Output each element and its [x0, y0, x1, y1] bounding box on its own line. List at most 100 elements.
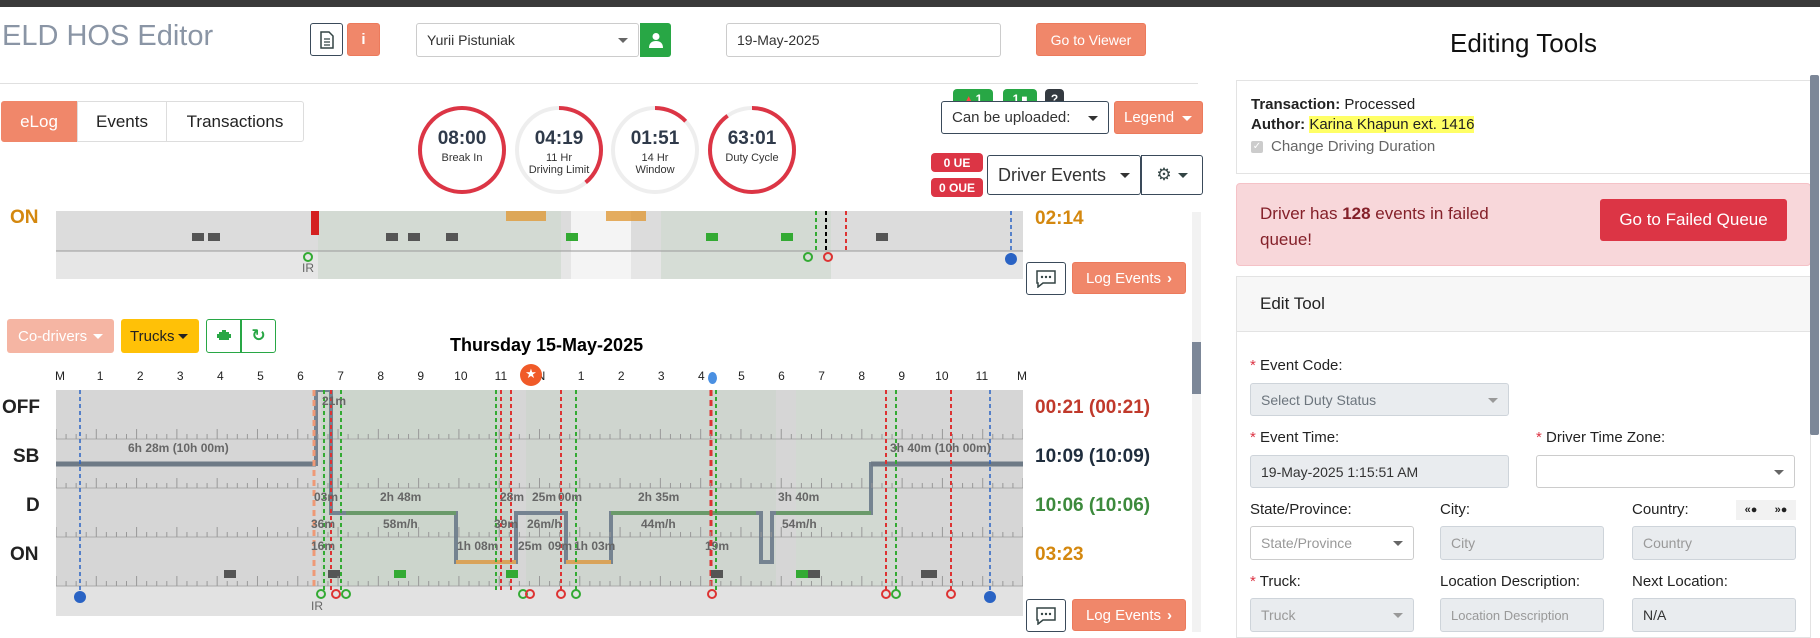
chevron-down-icon — [1120, 173, 1130, 178]
hour-tick-label: 5 — [738, 369, 745, 383]
hour-tick-label: 8 — [858, 369, 865, 383]
previous-location-icon[interactable]: «● — [1745, 504, 1758, 516]
transaction-line: Transaction: Processed — [1251, 96, 1416, 113]
next-location-input[interactable]: N/A — [1632, 598, 1796, 632]
top-on-total: 02:14 — [1035, 208, 1084, 229]
event-code-label: * Event Code: — [1250, 357, 1343, 374]
edit-tool-title: Edit Tool — [1260, 294, 1325, 313]
chevron-down-icon — [1488, 397, 1498, 403]
segment-label: 25m — [532, 490, 557, 504]
upload-status-select[interactable]: Can be uploaded: — [941, 101, 1109, 134]
chevron-down-icon — [1774, 469, 1784, 475]
segment-label: 54m/h — [782, 517, 817, 531]
city-placeholder: City — [1451, 535, 1476, 551]
tab-events[interactable]: Events — [77, 101, 167, 142]
refresh-icon: ↻ — [251, 326, 266, 345]
hour-tick-label: 3 — [657, 369, 665, 383]
truck-placeholder: Truck — [1261, 607, 1296, 623]
chevron-down-icon — [1182, 115, 1192, 121]
top-dark-bar — [0, 0, 1820, 7]
segment-label: 44m/h — [641, 517, 676, 531]
transaction-card: Transaction: Processed Author: Karina Kh… — [1236, 80, 1811, 174]
next-location-icon[interactable]: »● — [1775, 504, 1788, 516]
segment-label: 2h 48m — [380, 490, 422, 504]
segment-label: 3h 40m — [778, 490, 820, 504]
gauge-label: 14 Hr Window — [635, 152, 675, 176]
left-scrollbar-thumb[interactable] — [1192, 342, 1201, 394]
location-arrows[interactable]: «● »● — [1736, 500, 1796, 520]
date-input[interactable]: 19-May-2025 — [726, 23, 1001, 57]
noon-marker-icon[interactable]: ★ — [520, 364, 542, 386]
trucks-button[interactable]: Trucks — [121, 319, 199, 353]
tab-transactions[interactable]: Transactions — [166, 101, 304, 142]
gauge-duty-cycle: 63:01 Duty Cycle — [706, 104, 798, 196]
right-scrollbar-thumb[interactable] — [1810, 75, 1819, 435]
change-driving-checkbox[interactable]: ✓ Change Driving Duration — [1251, 138, 1435, 155]
hour-tick-label: M — [1017, 369, 1027, 383]
refresh-button[interactable]: ↻ — [241, 319, 276, 353]
hour-tick-label: 1 — [96, 369, 104, 383]
go-to-failed-queue-button[interactable]: Go to Failed Queue — [1600, 199, 1787, 241]
chevron-down-icon — [1393, 613, 1403, 618]
log-events-label: Log Events — [1085, 269, 1162, 287]
city-label: City: — [1440, 501, 1470, 518]
comment-button-top[interactable] — [1026, 262, 1066, 295]
hour-tick-label: 10 — [454, 369, 468, 383]
segment-label: 39m — [494, 517, 519, 531]
tab-elog[interactable]: eLog — [1, 101, 77, 142]
event-time-label: * Event Time: — [1250, 429, 1340, 446]
next-location-label: Next Location: — [1632, 573, 1728, 590]
event-code-select[interactable]: Select Duty Status — [1250, 383, 1509, 416]
gauge-ring — [515, 106, 603, 194]
chart-title: Thursday 15-May-2025 — [450, 335, 644, 355]
co-drivers-button[interactable]: Co-drivers — [7, 319, 114, 353]
driver-profile-button[interactable] — [640, 23, 671, 57]
country-input[interactable]: Country — [1632, 526, 1796, 560]
city-input[interactable]: City — [1440, 526, 1604, 560]
driver-events-value: Driver Events — [998, 164, 1107, 185]
status-label-sb: SB — [13, 446, 40, 467]
document-button[interactable] — [310, 23, 343, 56]
hour-tick-label: 3 — [176, 369, 184, 383]
log-events-button-main[interactable]: Log Events › — [1072, 599, 1186, 631]
gauge-break-in: 08:00 Break In — [416, 104, 508, 196]
engine-button[interactable] — [206, 319, 241, 353]
driver-events-select[interactable]: Driver Events — [987, 155, 1141, 195]
segment-label: 26m/h — [527, 517, 562, 531]
hour-tick-label: 2 — [136, 369, 144, 383]
document-icon — [319, 30, 334, 49]
legend-button[interactable]: Legend — [1114, 101, 1203, 134]
timezone-label: * Driver Time Zone: — [1536, 429, 1666, 446]
alert-text: Driver has 128 events in failed queue! — [1260, 204, 1489, 249]
legend-label: Legend — [1124, 109, 1175, 126]
chevron-down-icon — [618, 38, 628, 43]
gears-icon: ⚙ — [1156, 165, 1172, 184]
header-divider — [0, 83, 1198, 84]
event-time-input[interactable]: 19-May-2025 1:15:51 AM — [1250, 455, 1509, 488]
state-select[interactable]: State/Province — [1250, 526, 1414, 560]
driver-select-value: Yurii Pistuniak — [427, 32, 515, 48]
go-to-viewer-button[interactable]: Go to Viewer — [1036, 23, 1146, 56]
chevron-right-icon: › — [1167, 269, 1173, 287]
gauge-window: 01:51 14 Hr Window — [609, 104, 701, 196]
segment-label: 1h 03m — [574, 539, 616, 553]
chevron-down-icon — [1177, 172, 1188, 178]
main-ir-label: IR — [311, 599, 323, 613]
left-scrollbar-track[interactable] — [1192, 212, 1201, 632]
country-placeholder: Country — [1643, 535, 1693, 551]
chevron-down-icon — [1393, 541, 1403, 546]
comment-button-main[interactable] — [1026, 599, 1066, 632]
gauge-value: 01:51 — [630, 128, 680, 149]
gauge-label: Duty Cycle — [725, 152, 779, 164]
gauge-value: 63:01 — [727, 128, 777, 149]
driver-select[interactable]: Yurii Pistuniak — [416, 23, 639, 57]
location-description-input[interactable]: Location Description — [1440, 598, 1604, 632]
settings-button[interactable]: ⚙ — [1141, 155, 1203, 195]
info-button[interactable]: i — [347, 23, 380, 56]
log-events-button-top[interactable]: Log Events › — [1072, 262, 1186, 294]
gauge-ring — [708, 106, 796, 194]
timezone-select[interactable] — [1536, 455, 1795, 488]
total-sb: 10:09 (10:09) — [1035, 446, 1151, 467]
engine-icon — [216, 330, 231, 340]
truck-select[interactable]: Truck — [1250, 598, 1414, 632]
